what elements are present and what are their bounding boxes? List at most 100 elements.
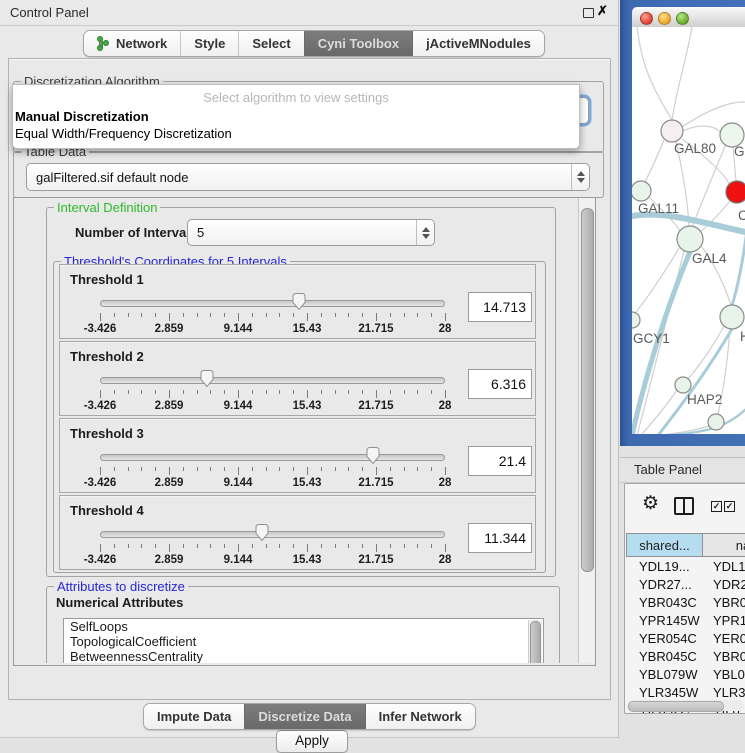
table-row[interactable]: YBL079WYBL0 <box>626 666 745 684</box>
tab-label: Cyni Toolbox <box>318 36 399 51</box>
threshold-row-2: Threshold 2-3.4262.8599.14415.4321.71528 <box>59 341 536 416</box>
attributes-scrollbar-thumb[interactable] <box>530 621 541 663</box>
minimize-traffic-light-icon[interactable] <box>658 12 671 25</box>
threshold-slider[interactable]: -3.4262.8599.14415.4321.71528 <box>100 292 445 336</box>
close-traffic-light-icon[interactable] <box>640 12 653 25</box>
network-nodes[interactable] <box>632 120 745 430</box>
cell-shared-name: YBR043C <box>639 595 697 610</box>
node-gal4[interactable] <box>677 226 703 252</box>
tab-jactivemnodules[interactable]: jActiveMNodules <box>412 31 544 56</box>
table-rows: YDL19... YDL1 YDR27...YDR2YBR043C YBR0 YPR14… <box>626 558 745 714</box>
tab-label: Impute Data <box>157 709 231 724</box>
close-icon[interactable]: ✗ <box>597 3 608 19</box>
slider-thumb[interactable] <box>365 446 381 465</box>
node-selected-red[interactable] <box>726 181 745 203</box>
cell-name: YBR0 <box>713 595 745 610</box>
slider-scale-label: 15.43 <box>293 323 322 335</box>
checkbox-icon[interactable]: ✓ <box>711 501 722 512</box>
apply-button[interactable]: Apply <box>276 730 348 753</box>
gear-icon[interactable]: ⚙ <box>642 493 659 515</box>
tab-discretize-data[interactable]: Discretize Data <box>244 704 364 729</box>
attribute-item[interactable]: TopologicalCoefficient <box>64 634 543 649</box>
tab-cyni-toolbox[interactable]: Cyni Toolbox <box>304 31 412 56</box>
control-panel-titlebar: Control Panel ✗ <box>0 0 618 26</box>
threshold-value-input[interactable] <box>468 369 532 399</box>
tab-impute-data[interactable]: Impute Data <box>144 704 244 729</box>
threshold-value-input[interactable] <box>468 523 532 553</box>
slider-scale-label: 2.859 <box>155 400 184 412</box>
popup-option-equal-width-frequency-discretization[interactable]: Equal Width/Frequency Discretization <box>13 125 579 142</box>
tab-infer-network[interactable]: Infer Network <box>365 704 475 729</box>
cell-shared-name: YDL19... <box>639 559 690 574</box>
threshold-row-1: Threshold 1-3.4262.8599.14415.4321.71528 <box>59 264 536 339</box>
label-hap2: HAP2 <box>687 392 722 407</box>
node-gal11[interactable] <box>632 181 651 201</box>
tab-select[interactable]: Select <box>238 31 303 56</box>
threshold-rows: Threshold 1-3.4262.8599.14415.4321.71528… <box>59 264 534 572</box>
attributes-list-scrollbar[interactable] <box>528 620 542 663</box>
column-header-shared-name[interactable]: shared... <box>626 533 703 557</box>
bottom-tab-bar: Impute Data Discretize DataInfer Network <box>143 703 476 730</box>
table-hscrollbar-thumb[interactable] <box>628 701 724 712</box>
slider-track <box>100 454 445 461</box>
table-row[interactable]: YPR145WYPR1 <box>626 612 745 630</box>
settings-vertical-scrollbar[interactable] <box>578 198 595 663</box>
threshold-row-4: Threshold 4-3.4262.8599.14415.4321.71528 <box>59 495 536 570</box>
algorithm-placeholder-option[interactable]: Select algorithm to view settings <box>13 88 579 108</box>
threshold-slider[interactable]: -3.4262.8599.14415.4321.71528 <box>100 446 445 490</box>
threshold-slider[interactable]: -3.4262.8599.14415.4321.71528 <box>100 369 445 413</box>
slider-scale-label: -3.426 <box>84 477 117 489</box>
attribute-item[interactable]: SelfLoops <box>64 619 543 634</box>
zoom-traffic-light-icon[interactable] <box>676 12 689 25</box>
interval-definition-title: Interval Definition <box>54 200 160 215</box>
float-window-icon[interactable] <box>583 8 594 18</box>
slider-scale-label: -3.426 <box>84 554 117 566</box>
table-row[interactable]: YBR043C YBR0 <box>626 594 745 612</box>
cell-shared-name: YER054C <box>639 631 697 646</box>
cell-shared-name: YPR145W <box>639 613 700 628</box>
settings-scrollbar-thumb[interactable] <box>581 208 594 572</box>
threshold-value-input[interactable] <box>468 292 532 322</box>
table-row[interactable]: YDR27...YDR2 <box>626 576 745 594</box>
table-horizontal-scrollbar[interactable] <box>627 700 744 711</box>
slider-scale-label: -3.426 <box>84 400 117 412</box>
slider-thumb[interactable] <box>199 369 215 388</box>
node-hap2[interactable] <box>675 377 691 393</box>
node-cut-bottom[interactable] <box>708 414 724 430</box>
slider-scale-label: 21.715 <box>358 400 393 412</box>
number-of-intervals-combobox[interactable]: 5 <box>187 219 435 246</box>
table-row[interactable]: YDL19... YDL1 <box>626 558 745 576</box>
slider-thumb[interactable] <box>254 523 270 542</box>
numerical-attributes-list[interactable]: SelfLoopsTopologicalCoefficientBetweenne… <box>63 618 544 663</box>
tab-style[interactable]: Style <box>180 31 238 56</box>
column-layout-icon[interactable] <box>674 497 694 515</box>
column-header-name[interactable]: na <box>702 533 745 557</box>
slider-scale-label: 2.859 <box>155 323 184 335</box>
slider-scale-label: 28 <box>439 400 452 412</box>
network-canvas[interactable]: GAL80 G. GAL11 C GAL4 GCY1 H HAP2 <box>632 27 745 434</box>
table-row[interactable]: YER054CYER0 <box>626 630 745 648</box>
slider-scale-label: 28 <box>439 323 452 335</box>
cell-shared-name: YBR045C <box>639 649 697 664</box>
cell-name: YDL1 <box>713 559 745 574</box>
slider-scale-labels: -3.4262.8599.14415.4321.71528 <box>100 323 445 335</box>
threshold-value-input[interactable] <box>468 446 532 476</box>
threshold-slider[interactable]: -3.4262.8599.14415.4321.71528 <box>100 523 445 567</box>
slider-thumb[interactable] <box>291 292 307 311</box>
slider-scale-label: 9.144 <box>224 477 253 489</box>
settings-scroll-area: Interval Definition Number of Intervals … <box>13 197 596 666</box>
slider-scale-label: 28 <box>439 477 452 489</box>
node-gal80[interactable] <box>661 120 683 142</box>
tab-network[interactable]: Network <box>84 31 180 56</box>
label-c-cut: C <box>738 208 745 223</box>
table-row[interactable]: YBR045CYBR0 <box>626 648 745 666</box>
node-cut-right[interactable] <box>720 305 744 329</box>
algorithm-popup: Select algorithm to view settings Manual… <box>12 84 580 149</box>
slider-ticks <box>100 313 445 322</box>
node-gcy1[interactable] <box>632 312 640 328</box>
popup-option-manual-discretization[interactable]: Manual Discretization <box>13 108 579 125</box>
table-panel-header: Table Panel <box>620 457 745 483</box>
table-data-combobox[interactable]: galFiltered.sif default node <box>26 163 590 191</box>
checkbox-icon[interactable]: ✓ <box>724 501 735 512</box>
attribute-item[interactable]: BetweennessCentrality <box>64 649 543 663</box>
